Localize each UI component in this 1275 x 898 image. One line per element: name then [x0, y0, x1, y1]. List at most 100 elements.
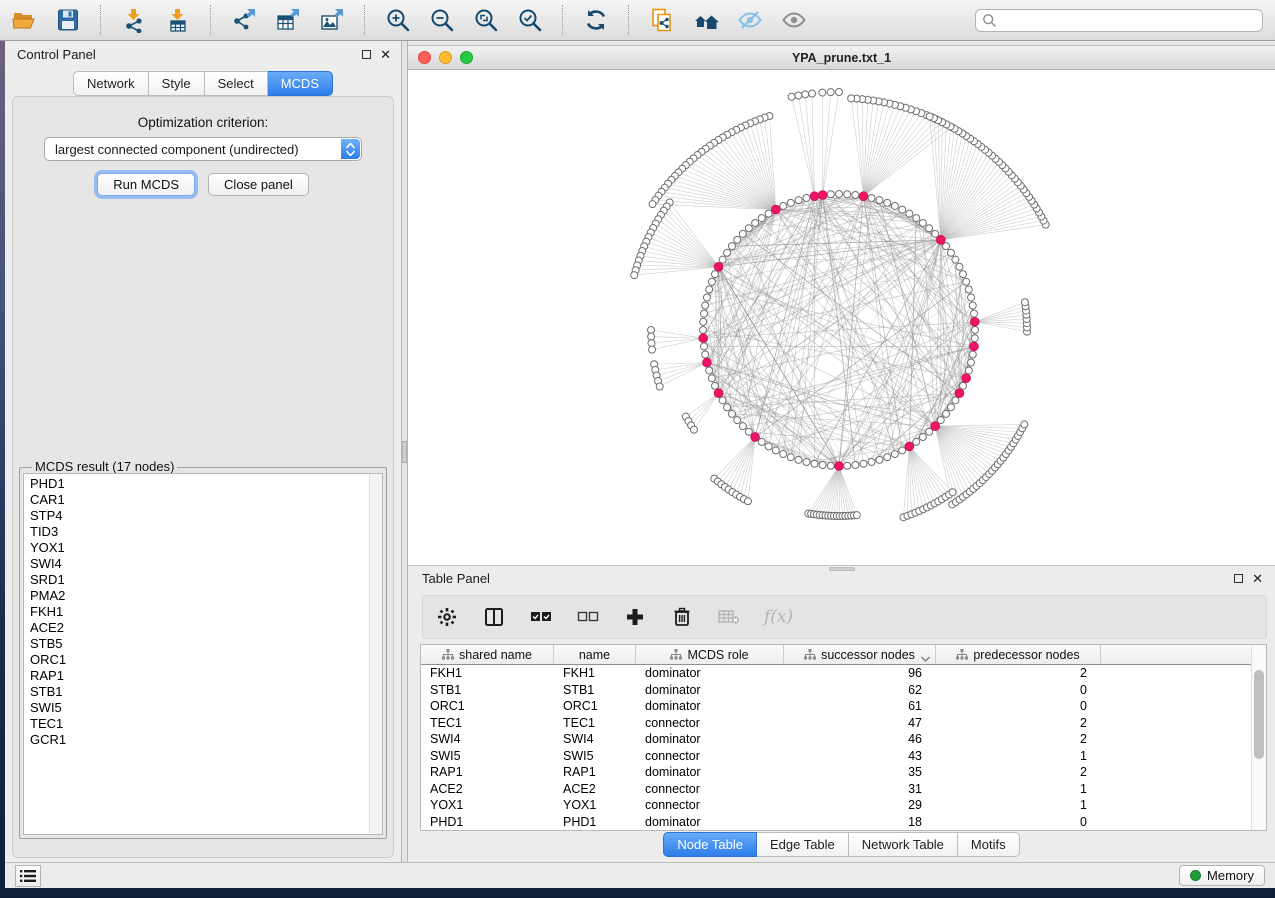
table-cell: RAP1: [421, 765, 554, 779]
search-box[interactable]: [975, 9, 1263, 32]
table-row[interactable]: YOX1YOX1connector291: [421, 797, 1266, 814]
table-cell: SWI4: [554, 732, 636, 746]
list-item[interactable]: SWI4: [30, 556, 382, 572]
table-row[interactable]: TEC1TEC1connector472: [421, 715, 1266, 732]
column-label: successor nodes: [821, 648, 915, 662]
import-table-icon[interactable]: [164, 7, 191, 34]
memory-button[interactable]: Memory: [1179, 865, 1265, 886]
network-graph[interactable]: [408, 70, 1275, 566]
table-cell: 31: [784, 782, 936, 796]
tab-style[interactable]: Style: [149, 71, 205, 96]
table-row[interactable]: PHD1PHD1dominator180: [421, 814, 1266, 831]
deselect-all-icon[interactable]: [576, 605, 600, 629]
add-row-icon[interactable]: [623, 605, 647, 629]
list-item[interactable]: TEC1: [30, 716, 382, 732]
list-item[interactable]: GCR1: [30, 732, 382, 748]
panel-drag-handle-icon[interactable]: [829, 567, 855, 571]
column-header-MCDS-role[interactable]: MCDS role: [636, 645, 784, 664]
column-header-predecessor-nodes[interactable]: predecessor nodes: [936, 645, 1101, 664]
window-maximize-icon[interactable]: [460, 51, 473, 64]
list-item[interactable]: ORC1: [30, 652, 382, 668]
refresh-view-icon[interactable]: [582, 7, 609, 34]
mcds-tab-content: Optimization criterion: largest connecte…: [12, 96, 394, 858]
show-all-icon[interactable]: [780, 7, 807, 34]
table-scrollbar[interactable]: [1251, 645, 1266, 830]
task-history-button[interactable]: [15, 865, 41, 887]
table-row[interactable]: ORC1ORC1dominator610: [421, 698, 1266, 715]
clone-network-icon[interactable]: [648, 7, 675, 34]
close-panel-icon[interactable]: ✕: [380, 50, 391, 59]
export-image-icon[interactable]: [318, 7, 345, 34]
list-item[interactable]: STB5: [30, 636, 382, 652]
table-cell: 29: [784, 798, 936, 812]
table-cell: ACE2: [554, 782, 636, 796]
run-mcds-button[interactable]: Run MCDS: [97, 173, 195, 196]
tab-edge-table[interactable]: Edge Table: [757, 832, 849, 857]
list-item[interactable]: ACE2: [30, 620, 382, 636]
table-cell: PHD1: [554, 815, 636, 829]
table-row[interactable]: SWI5SWI5connector431: [421, 748, 1266, 765]
zoom-fit-icon[interactable]: [472, 7, 499, 34]
column-header-successor-nodes[interactable]: successor nodes: [784, 645, 936, 664]
tab-network[interactable]: Network: [73, 71, 149, 96]
table-panel-title: Table Panel: [422, 571, 490, 586]
select-all-icon[interactable]: [529, 605, 553, 629]
zoom-selected-icon[interactable]: [516, 7, 543, 34]
result-list-scrollbar[interactable]: [369, 474, 382, 834]
list-item[interactable]: PHD1: [30, 476, 382, 492]
open-file-icon[interactable]: [10, 7, 37, 34]
table-row[interactable]: ACE2ACE2connector311: [421, 781, 1266, 798]
save-session-icon[interactable]: [54, 7, 81, 34]
list-item[interactable]: RAP1: [30, 668, 382, 684]
column-header-shared-name[interactable]: shared name: [421, 645, 554, 664]
splitter-handle-icon[interactable]: [402, 441, 407, 463]
close-table-panel-icon[interactable]: ✕: [1252, 574, 1263, 583]
import-network-icon[interactable]: [120, 7, 147, 34]
hide-selected-icon[interactable]: [736, 7, 763, 34]
sort-chevron-icon[interactable]: [921, 651, 930, 665]
list-item[interactable]: SRD1: [30, 572, 382, 588]
tab-network-table[interactable]: Network Table: [849, 832, 958, 857]
mcds-result-group: MCDS result (17 nodes) PHD1CAR1STP4TID3Y…: [19, 467, 387, 839]
table-cell: 0: [936, 683, 1101, 697]
tab-mcds[interactable]: MCDS: [268, 71, 333, 96]
window-close-icon[interactable]: [418, 51, 431, 64]
search-input[interactable]: [997, 13, 1256, 27]
search-icon: [982, 13, 997, 28]
criterion-select[interactable]: largest connected component (undirected): [44, 137, 362, 161]
table-row[interactable]: RAP1RAP1dominator352: [421, 764, 1266, 781]
zoom-in-icon[interactable]: [384, 7, 411, 34]
table-cell: 96: [784, 666, 936, 680]
settings-gear-icon[interactable]: [435, 605, 459, 629]
first-neighbors-icon[interactable]: [692, 7, 719, 34]
float-panel-icon[interactable]: [362, 50, 371, 59]
list-item[interactable]: STB1: [30, 684, 382, 700]
list-item[interactable]: STP4: [30, 508, 382, 524]
window-minimize-icon[interactable]: [439, 51, 452, 64]
vertical-splitter[interactable]: [401, 41, 408, 862]
tab-motifs[interactable]: Motifs: [958, 832, 1020, 857]
tab-select[interactable]: Select: [205, 71, 268, 96]
table-row[interactable]: FKH1FKH1dominator962: [421, 665, 1266, 682]
float-table-panel-icon[interactable]: [1234, 574, 1243, 583]
delete-row-icon[interactable]: [670, 605, 694, 629]
node-table[interactable]: shared namenameMCDS role successor nodes p…: [420, 644, 1267, 831]
table-scrollbar-thumb[interactable]: [1254, 670, 1264, 759]
tab-node-table[interactable]: Node Table: [663, 832, 757, 857]
list-item[interactable]: PMA2: [30, 588, 382, 604]
export-network-icon[interactable]: [230, 7, 257, 34]
mcds-result-list[interactable]: PHD1CAR1STP4TID3YOX1SWI4SRD1PMA2FKH1ACE2…: [23, 473, 383, 835]
close-panel-button[interactable]: Close panel: [208, 173, 309, 196]
export-table-icon[interactable]: [274, 7, 301, 34]
table-row[interactable]: STB1STB1dominator620: [421, 682, 1266, 699]
column-header-name[interactable]: name: [554, 645, 636, 664]
list-item[interactable]: YOX1: [30, 540, 382, 556]
list-item[interactable]: CAR1: [30, 492, 382, 508]
list-item[interactable]: FKH1: [30, 604, 382, 620]
table-row[interactable]: SWI4SWI4dominator462: [421, 731, 1266, 748]
list-item[interactable]: SWI5: [30, 700, 382, 716]
zoom-out-icon[interactable]: [428, 7, 455, 34]
show-column-icon[interactable]: [482, 605, 506, 629]
list-item[interactable]: TID3: [30, 524, 382, 540]
table-cell: 62: [784, 683, 936, 697]
